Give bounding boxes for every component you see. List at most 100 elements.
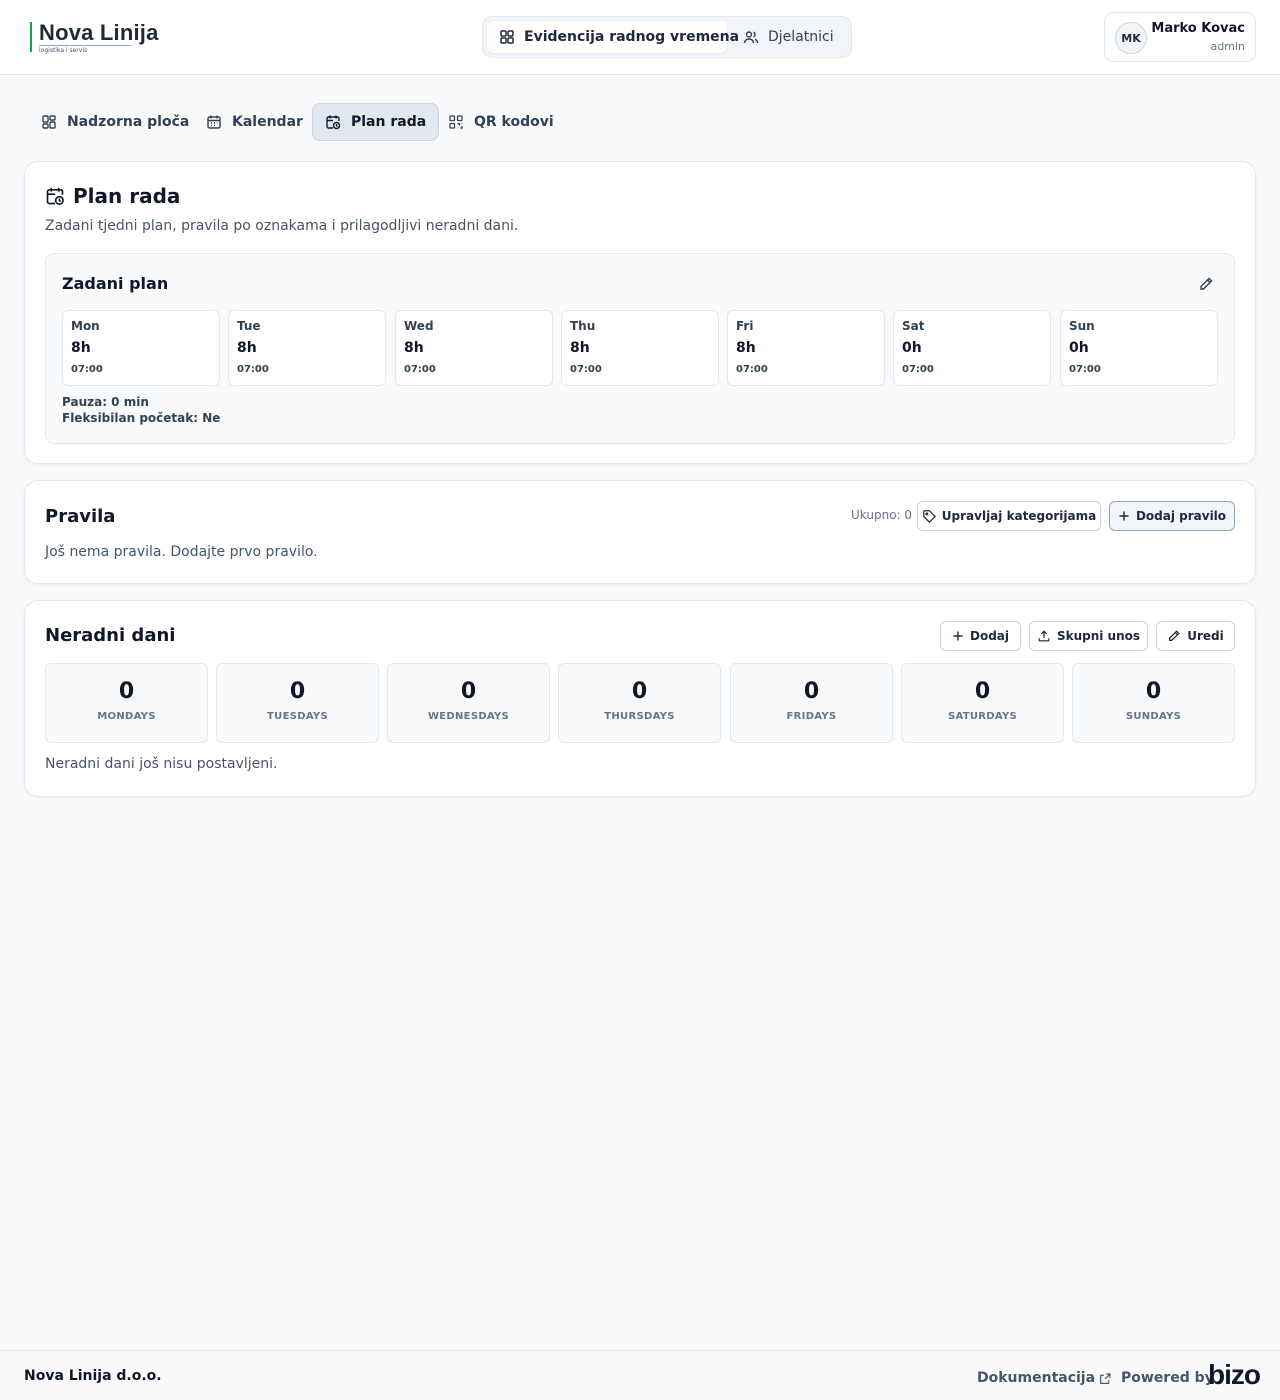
grid-icon — [499, 29, 515, 45]
day-hours: 8h — [570, 340, 590, 356]
app-tab-label: Evidencija radnog vremena — [524, 29, 740, 45]
calendar-icon — [206, 114, 222, 130]
weekday-counts: 0 MONDAYS 0 TUESDAYS 0 WEDNESDAYS 0 THUR… — [45, 663, 1235, 743]
bizo-logo[interactable]: bizo — [1208, 1359, 1261, 1391]
weekday-count-card: 0 THURSDAYS — [558, 663, 721, 743]
plus-icon — [1118, 510, 1130, 522]
footer-company: Nova Linija d.o.o. — [24, 1368, 162, 1384]
tab-label: Kalendar — [232, 114, 303, 130]
avatar: MK — [1115, 22, 1147, 54]
tab-label: Plan rada — [351, 114, 427, 130]
bulk-import-button[interactable]: Skupni unos — [1029, 621, 1148, 651]
add-non-working-day-button[interactable]: Dodaj — [940, 621, 1021, 651]
page-title: Plan rada — [45, 184, 180, 208]
weekday-count-card: 0 SUNDAYS — [1072, 663, 1235, 743]
button-label: Skupni unos — [1056, 629, 1141, 643]
app-tab-employees[interactable]: Djelatnici — [731, 21, 846, 53]
button-label: Uredi — [1187, 629, 1224, 643]
day-card: Mon 8h 07:00 — [62, 310, 220, 386]
button-label: Upravljaj kategorijama — [941, 509, 1097, 523]
day-start-time: 07:00 — [237, 364, 269, 375]
tab-label: QR kodovi — [474, 114, 554, 130]
day-start-time: 07:00 — [902, 364, 934, 375]
dashboard-icon — [41, 114, 57, 130]
count-label: TUESDAYS — [267, 711, 328, 722]
weekday-count-card: 0 MONDAYS — [45, 663, 208, 743]
day-start-time: 07:00 — [736, 364, 768, 375]
tab-qr-codes[interactable]: QR kodovi — [435, 103, 567, 141]
weekday-count-card: 0 TUESDAYS — [216, 663, 379, 743]
user-role: admin — [1210, 40, 1245, 53]
count-label: FRIDAYS — [786, 711, 837, 722]
count-value: 0 — [803, 679, 820, 704]
upload-icon — [1037, 629, 1051, 643]
rules-count: Ukupno: 0 — [851, 508, 913, 522]
count-value: 0 — [1145, 679, 1162, 704]
powered-by-label: Powered by — [1121, 1370, 1214, 1386]
day-name: Thu — [570, 319, 596, 333]
non-working-days-card: Neradni dani Dodaj Skupni unos Uredi 0 M… — [24, 600, 1256, 797]
rules-title: Pravila — [45, 506, 116, 527]
documentation-label: Dokumentacija — [977, 1370, 1096, 1386]
count-label: MONDAYS — [97, 711, 156, 722]
plus-icon — [952, 630, 964, 642]
tab-label: Nadzorna ploča — [67, 114, 190, 130]
count-label: SUNDAYS — [1125, 711, 1182, 722]
day-card: Fri 8h 07:00 — [727, 310, 885, 386]
logo-divider — [39, 45, 131, 46]
tag-icon — [922, 509, 936, 523]
brand-name: Nova Linija — [39, 20, 159, 45]
edit-plan-button[interactable] — [1198, 276, 1214, 292]
day-hours: 0h — [1069, 340, 1089, 356]
pause-info: Pauza: 0 min — [62, 395, 149, 409]
day-card: Sun 0h 07:00 — [1060, 310, 1218, 386]
footer: Nova Linija d.o.o. Dokumentacija Powered… — [0, 1350, 1280, 1400]
page-description: Zadani tjedni plan, pravila po oznakama … — [45, 218, 519, 234]
count-label: THURSDAYS — [604, 711, 675, 722]
app-tab-label: Djelatnici — [768, 29, 834, 45]
day-hours: 8h — [404, 340, 424, 356]
day-name: Tue — [237, 319, 261, 333]
day-start-time: 07:00 — [570, 364, 602, 375]
count-label: SATURDAYS — [947, 711, 1018, 722]
button-label: Dodaj — [969, 629, 1009, 643]
day-card: Thu 8h 07:00 — [561, 310, 719, 386]
day-name: Sun — [1069, 319, 1095, 333]
app-tab-time-tracking[interactable]: Evidencija radnog vremena — [487, 21, 739, 53]
top-bar: Nova Linija logistika i servis Evidencij… — [0, 0, 1280, 75]
app-switcher: Evidencija radnog vremena Djelatnici — [482, 16, 852, 58]
day-hours: 8h — [237, 340, 257, 356]
day-hours: 8h — [736, 340, 756, 356]
button-label: Dodaj pravilo — [1135, 509, 1227, 523]
count-label: WEDNESDAYS — [427, 711, 510, 722]
day-name: Wed — [404, 319, 434, 333]
weekday-count-card: 0 SATURDAYS — [901, 663, 1064, 743]
day-card: Tue 8h 07:00 — [228, 310, 386, 386]
work-plan-card: Plan rada Zadani tjedni plan, pravila po… — [24, 161, 1256, 464]
qr-icon — [448, 114, 464, 130]
documentation-link[interactable]: Dokumentacija — [977, 1370, 1112, 1386]
weekday-schedule: Mon 8h 07:00 Tue 8h 07:00 Wed 8h 07:00 T… — [62, 310, 1219, 386]
tab-work-plan[interactable]: Plan rada — [312, 103, 440, 141]
manage-categories-button[interactable]: Upravljaj kategorijama — [917, 501, 1101, 531]
count-value: 0 — [631, 679, 648, 704]
day-name: Fri — [736, 319, 754, 333]
logo-accent-bar — [30, 22, 32, 52]
rules-empty-state: Još nema pravila. Dodajte prvo pravilo. — [45, 544, 318, 560]
count-value: 0 — [289, 679, 306, 704]
tab-calendar[interactable]: Kalendar — [193, 103, 316, 141]
user-menu[interactable]: MK Marko Kovac admin — [1104, 12, 1256, 62]
users-icon — [743, 29, 759, 45]
tab-dashboard[interactable]: Nadzorna ploča — [28, 103, 202, 141]
count-value: 0 — [974, 679, 991, 704]
day-start-time: 07:00 — [404, 364, 436, 375]
brand-tagline: logistika i servis — [39, 47, 88, 54]
pencil-icon — [1198, 276, 1214, 292]
non-working-days-empty-state: Neradni dani još nisu postavljeni. — [45, 756, 278, 772]
day-card: Wed 8h 07:00 — [395, 310, 553, 386]
add-rule-button[interactable]: Dodaj pravilo — [1109, 501, 1235, 531]
flexible-start-info: Fleksibilan početak: Ne — [62, 411, 221, 425]
count-value: 0 — [118, 679, 135, 704]
day-card: Sat 0h 07:00 — [893, 310, 1051, 386]
edit-non-working-days-button[interactable]: Uredi — [1156, 621, 1235, 651]
